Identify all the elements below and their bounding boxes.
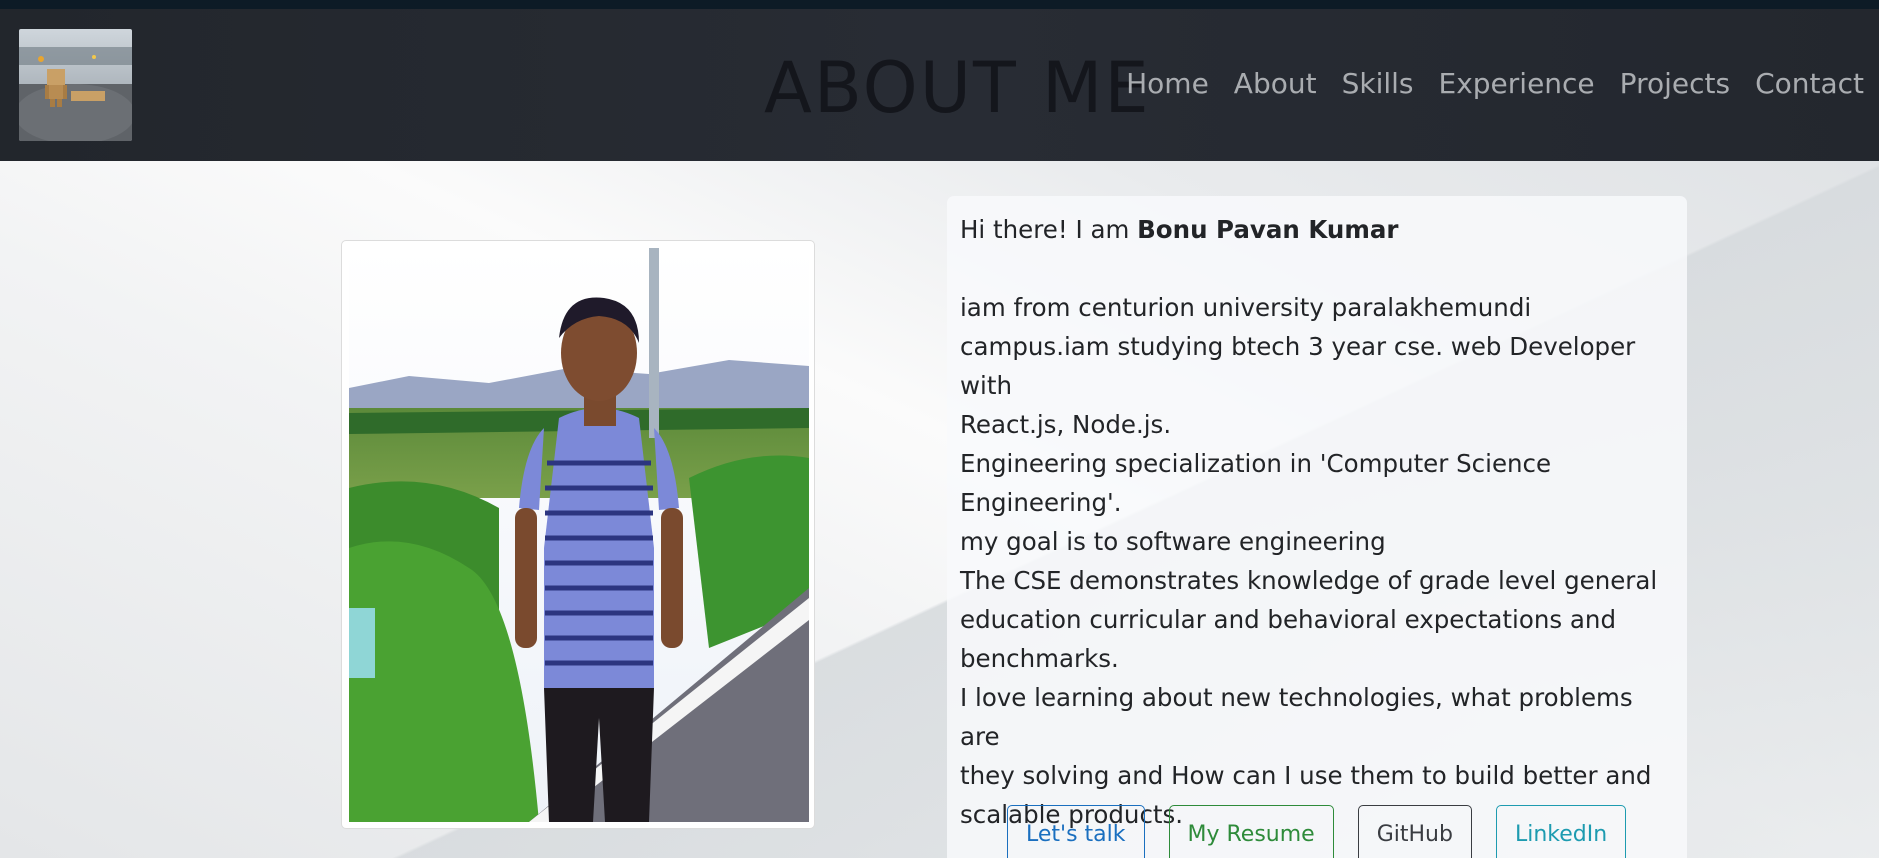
greeting-prefix: Hi there! I am: [960, 215, 1138, 244]
my-resume-button[interactable]: My Resume: [1168, 805, 1334, 858]
lets-talk-button[interactable]: Let's talk: [1007, 805, 1145, 858]
top-border: [0, 0, 1879, 9]
profile-photo-frame: [341, 240, 815, 829]
nav-menu: Home About Skills Experience Projects Co…: [1126, 67, 1864, 100]
about-line: Engineering specialization in 'Computer …: [960, 449, 1552, 478]
about-line: React.js, Node.js.: [960, 410, 1172, 439]
about-line: education curricular and behavioral expe…: [960, 605, 1617, 634]
about-line: The CSE demonstrates knowledge of grade …: [960, 566, 1658, 595]
action-buttons: Let's talk My Resume GitHub LinkedIn: [1007, 805, 1627, 858]
about-line: benchmarks.: [960, 644, 1119, 673]
about-line: iam from centurion university paralakhem…: [960, 293, 1532, 322]
author-name: Bonu Pavan Kumar: [1137, 215, 1399, 244]
logo-image[interactable]: [19, 29, 132, 141]
logo-robot-photo: [19, 29, 132, 141]
profile-photo-image: [349, 248, 809, 822]
about-line: my goal is to software engineering: [960, 527, 1386, 556]
about-line: Engineering'.: [960, 488, 1122, 517]
greeting: Hi there! I am Bonu Pavan Kumar: [960, 210, 1680, 249]
nav-link-experience[interactable]: Experience: [1439, 67, 1595, 100]
nav-link-skills[interactable]: Skills: [1342, 67, 1414, 100]
about-line: they solving and How can I use them to b…: [960, 761, 1652, 790]
linkedin-button[interactable]: LinkedIn: [1495, 805, 1627, 858]
navbar: ABOUT ME Home About Skills Experience Pr…: [0, 9, 1879, 161]
about-text: Hi there! I am Bonu Pavan Kumar iam from…: [960, 210, 1680, 834]
about-card: Hi there! I am Bonu Pavan Kumar iam from…: [947, 196, 1687, 858]
nav-link-contact[interactable]: Contact: [1755, 67, 1864, 100]
about-line: I love learning about new technologies, …: [960, 683, 1633, 751]
nav-link-projects[interactable]: Projects: [1620, 67, 1730, 100]
profile-photo: [349, 248, 809, 822]
nav-link-about[interactable]: About: [1234, 67, 1317, 100]
page-title: ABOUT ME: [764, 47, 1151, 129]
about-line: campus.iam studying btech 3 year cse. we…: [960, 332, 1636, 400]
github-button[interactable]: GitHub: [1357, 805, 1472, 858]
nav-link-home[interactable]: Home: [1126, 67, 1209, 100]
